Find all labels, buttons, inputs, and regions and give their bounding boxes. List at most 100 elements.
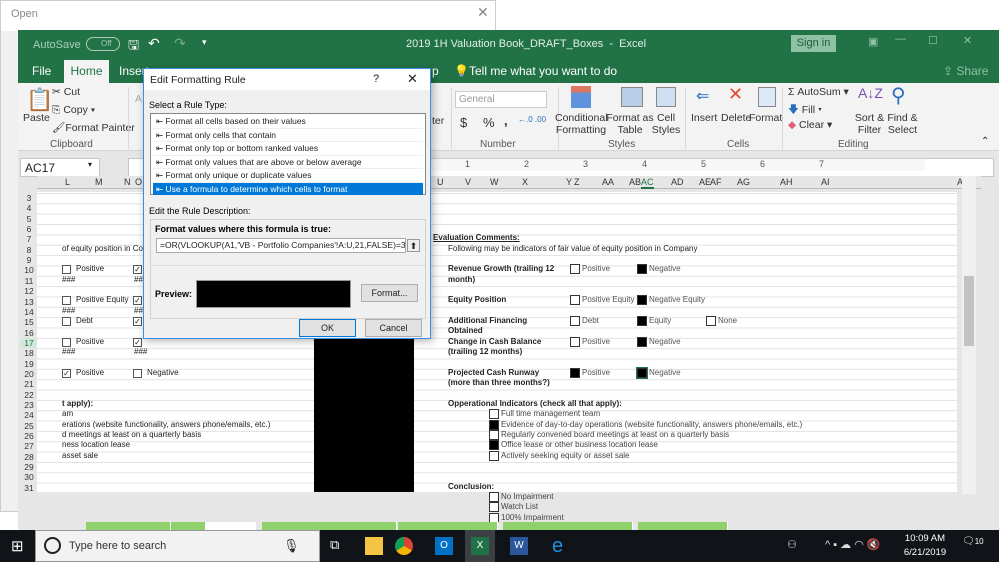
- microphone-icon[interactable]: 🎙: [283, 538, 300, 554]
- row-header-16[interactable]: 16: [21, 328, 37, 338]
- option-checkbox[interactable]: [637, 336, 647, 347]
- row-header-30[interactable]: 30: [21, 472, 37, 482]
- column-header-O[interactable]: O: [135, 177, 142, 187]
- column-header-N[interactable]: N: [124, 177, 131, 187]
- rule-type-item[interactable]: ⇤ Use a formula to determine which cells…: [153, 182, 423, 196]
- ribbon-display-icon[interactable]: ▣: [868, 35, 878, 48]
- column-header-AA[interactable]: AA: [602, 177, 614, 187]
- paste-icon[interactable]: 📋: [26, 87, 53, 113]
- comma-button[interactable]: ,: [504, 113, 508, 128]
- row-header-17[interactable]: 17: [21, 337, 37, 348]
- format-as-table-button[interactable]: Format as Table: [606, 112, 654, 136]
- column-header-U[interactable]: U: [437, 177, 444, 187]
- rule-type-item[interactable]: ⇤ Format only cells that contain: [153, 129, 423, 142]
- checkbox[interactable]: ✓: [62, 368, 71, 378]
- people-icon[interactable]: ⚇: [787, 538, 797, 551]
- name-box-dropdown-icon[interactable]: ▾: [88, 160, 92, 169]
- option-checkbox[interactable]: [570, 264, 580, 275]
- option-checkbox[interactable]: [570, 295, 580, 306]
- collapse-ribbon-icon[interactable]: ⌃: [981, 136, 989, 147]
- row-header-6[interactable]: 6: [21, 224, 37, 234]
- checkbox[interactable]: [62, 265, 71, 275]
- chrome-icon[interactable]: [395, 537, 413, 555]
- option-checkbox[interactable]: [706, 316, 716, 327]
- format-button[interactable]: Format...: [361, 284, 418, 302]
- formula-field[interactable]: =OR(VLOOKUP(A1,'VB - Portfolio Companies…: [156, 238, 406, 253]
- customize-toolbar-icon[interactable]: ▾: [202, 37, 207, 48]
- close-icon[interactable]: ✕: [477, 4, 489, 21]
- sheet-tab-active[interactable]: [206, 522, 256, 530]
- tray-icons[interactable]: ^ ▪ ☁ ◠ 🔇: [825, 538, 881, 551]
- word-icon[interactable]: W: [510, 537, 528, 555]
- column-header-Z[interactable]: Z: [574, 177, 580, 187]
- edge-icon[interactable]: e: [552, 536, 570, 556]
- sheet-tab[interactable]: [503, 522, 633, 530]
- row-header-14[interactable]: 14: [21, 307, 37, 317]
- column-header-AD[interactable]: AD: [671, 177, 684, 187]
- row-header-21[interactable]: 21: [21, 379, 37, 389]
- file-explorer-icon[interactable]: [365, 537, 383, 555]
- row-header-23[interactable]: 23: [21, 400, 37, 410]
- maximize-icon[interactable]: ☐: [928, 34, 938, 47]
- row-header-15[interactable]: 15: [21, 317, 37, 327]
- conclusion-checkbox[interactable]: [489, 492, 499, 503]
- font-box-partial[interactable]: A: [135, 93, 142, 105]
- option-checkbox[interactable]: [570, 316, 580, 327]
- option-checkbox[interactable]: [637, 264, 647, 275]
- currency-button[interactable]: $: [460, 115, 467, 130]
- row-header-28[interactable]: 28: [21, 452, 37, 462]
- checkbox[interactable]: [62, 296, 71, 306]
- autosave-toggle[interactable]: Off: [86, 37, 120, 51]
- row-header-7[interactable]: 7: [21, 234, 37, 244]
- clock-date[interactable]: 6/21/2019: [900, 547, 950, 558]
- help-button[interactable]: ?: [373, 73, 379, 85]
- row-header-4[interactable]: 4: [21, 203, 37, 213]
- action-center-icon[interactable]: 🗨10: [962, 536, 984, 547]
- delete-button[interactable]: Delete: [721, 112, 751, 124]
- row-header-29[interactable]: 29: [21, 462, 37, 472]
- option-checkbox[interactable]: [637, 295, 647, 306]
- row-header-20[interactable]: 20: [21, 369, 37, 379]
- tab-home[interactable]: Home: [64, 60, 109, 83]
- operational-checkbox[interactable]: [489, 450, 499, 461]
- option-checkbox[interactable]: [636, 366, 648, 379]
- row-header-18[interactable]: 18: [21, 348, 37, 358]
- checkbox[interactable]: [133, 368, 142, 378]
- find-select-button[interactable]: Find & Select: [886, 112, 919, 136]
- undo-icon[interactable]: ↶: [148, 35, 160, 52]
- column-header-AF[interactable]: AF: [710, 177, 722, 187]
- row-header-11[interactable]: 11: [21, 276, 37, 286]
- column-header-M[interactable]: M: [95, 177, 103, 187]
- excel-taskbar-button[interactable]: X: [465, 530, 495, 562]
- operational-checkbox[interactable]: [489, 419, 499, 430]
- autosum-button[interactable]: Σ AutoSum ▾: [788, 86, 849, 98]
- option-checkbox[interactable]: [570, 336, 580, 347]
- option-checkbox[interactable]: [637, 316, 647, 327]
- checkbox[interactable]: ✓: [133, 265, 142, 275]
- column-header-Y[interactable]: Y: [566, 177, 572, 187]
- row-header-5[interactable]: 5: [21, 214, 37, 224]
- share-button[interactable]: ⇪ Share: [943, 64, 988, 78]
- dialog-close-icon[interactable]: ✕: [407, 71, 418, 87]
- percent-button[interactable]: %: [483, 115, 495, 130]
- windows-start-icon[interactable]: ⊞: [11, 537, 24, 555]
- column-header-AB[interactable]: AB: [629, 177, 641, 187]
- format-button[interactable]: Format: [749, 112, 782, 124]
- tell-me-input[interactable]: Tell me what you want to do: [469, 64, 617, 78]
- number-format-select[interactable]: General: [455, 91, 547, 108]
- merge-center-partial[interactable]: ter: [432, 115, 444, 127]
- row-header-13[interactable]: 13: [21, 297, 37, 307]
- minimize-icon[interactable]: —: [895, 33, 906, 45]
- column-header-AI[interactable]: AI: [821, 177, 830, 187]
- clear-button[interactable]: ◆ Clear ▾: [788, 119, 832, 131]
- outlook-icon[interactable]: O: [435, 537, 453, 555]
- column-header-AG[interactable]: AG: [737, 177, 750, 187]
- format-painter-button[interactable]: 🖌Format Painter: [52, 121, 135, 134]
- checkbox[interactable]: [62, 337, 71, 347]
- checkbox[interactable]: ✓: [133, 337, 142, 347]
- column-header-AC[interactable]: AC: [641, 177, 654, 189]
- vertical-scrollbar[interactable]: [962, 176, 976, 494]
- insert-button[interactable]: Insert: [691, 112, 717, 124]
- tab-file[interactable]: File: [32, 64, 51, 78]
- sheet-tab[interactable]: [262, 522, 397, 530]
